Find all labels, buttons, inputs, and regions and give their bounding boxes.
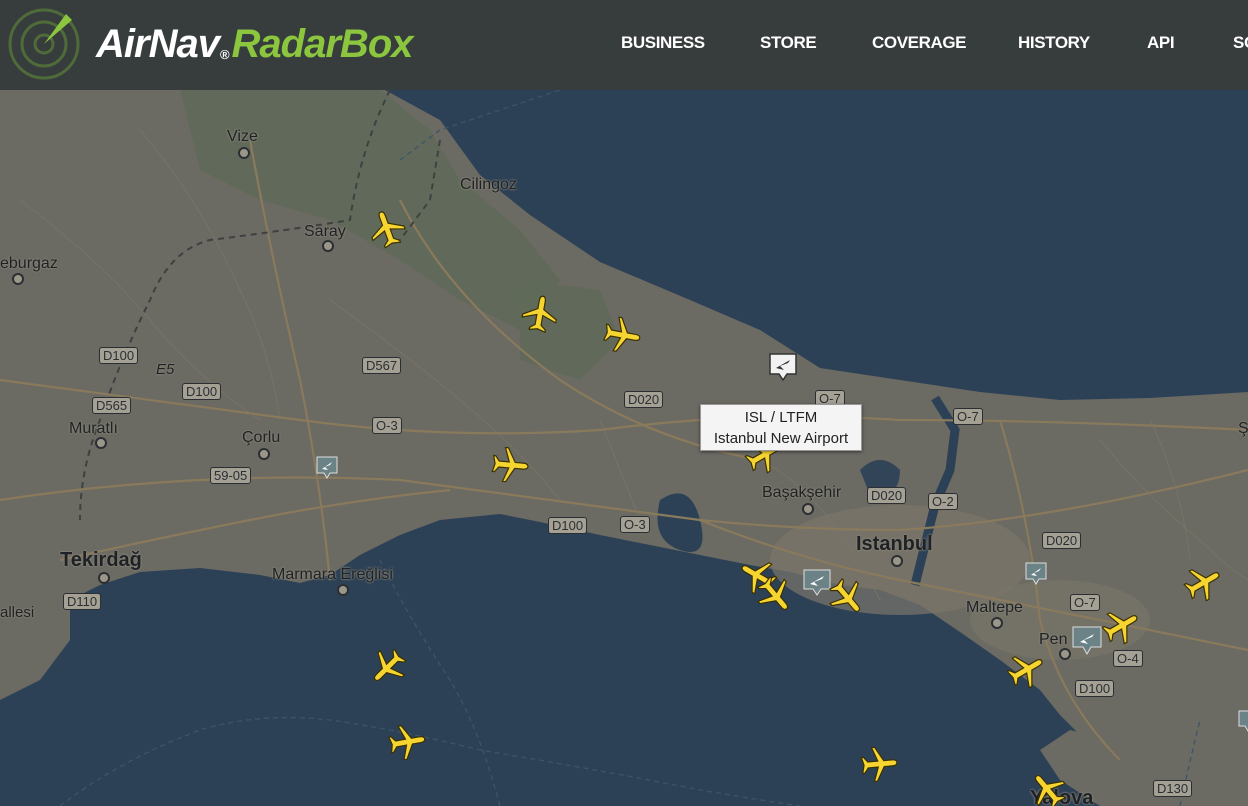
airplane-icon[interactable] [755, 575, 795, 615]
place-pendik: Pen [1039, 631, 1068, 648]
place-sile: Ş [1238, 420, 1248, 437]
place-dot [238, 147, 250, 159]
place-muratli: Muratlı [69, 420, 118, 437]
road-label: D110 [63, 593, 102, 610]
place-vize: Vize [227, 128, 258, 145]
map-base [0, 90, 1248, 806]
road-label: O-7 [953, 408, 983, 425]
place-dot [1059, 648, 1071, 660]
place-dot [891, 555, 903, 567]
place-maltepe: Maltepe [966, 599, 1023, 616]
airplane-icon[interactable] [827, 577, 867, 617]
nav-history[interactable]: HISTORY [1018, 33, 1090, 53]
flight-map[interactable]: Vize Cilingoz Saray eburgaz Muratlı Çorl… [0, 90, 1248, 806]
airport-marker-icon[interactable] [316, 456, 338, 480]
place-saray: Saray [304, 223, 346, 240]
place-dot [258, 448, 270, 460]
road-label: D130 [1153, 780, 1193, 797]
place-dot [991, 617, 1003, 629]
road-label: O-3 [620, 516, 650, 533]
airplane-icon[interactable] [368, 647, 408, 687]
radar-logo-icon[interactable] [6, 6, 82, 82]
road-label: D567 [362, 357, 402, 374]
road-label: D565 [92, 397, 132, 414]
place-tekirdag: Tekirdağ [60, 549, 142, 571]
airport-tooltip: ISL / LTFM Istanbul New Airport [700, 404, 862, 451]
brand-airnav: AirNav [96, 22, 220, 66]
airport-name: Istanbul New Airport [713, 430, 849, 447]
road-label: D100 [1075, 680, 1115, 697]
brand-radarbox: RadarBox [231, 22, 414, 66]
road-label: D020 [867, 487, 907, 504]
nav-store[interactable]: STORE [760, 33, 817, 53]
nav-api[interactable]: API [1147, 33, 1175, 53]
airplane-icon[interactable] [1006, 650, 1046, 690]
road-label: D020 [624, 391, 664, 408]
road-label: O-7 [1070, 594, 1100, 611]
road-label: D100 [182, 383, 222, 400]
brand-logo[interactable]: AirNav®RadarBox [96, 22, 413, 67]
nav-coverage[interactable]: COVERAGE [872, 33, 966, 53]
airplane-icon[interactable] [490, 445, 530, 485]
road-label: D100 [99, 347, 139, 364]
airplane-icon[interactable] [387, 722, 427, 762]
place-marmara-ereglisi: Marmara Ereğlisi [272, 566, 393, 583]
airport-marker-icon[interactable] [1238, 710, 1248, 732]
airplane-icon[interactable] [859, 744, 899, 784]
top-navbar: AirNav®RadarBox BUSINESS STORE COVERAGE … [0, 0, 1248, 90]
place-basaksehir: Başakşehir [762, 484, 842, 501]
road-label: O-2 [928, 493, 958, 510]
place-dot [95, 437, 107, 449]
road-label: D100 [548, 517, 588, 534]
road-label: 59-05 [210, 467, 252, 484]
airplane-icon[interactable] [1183, 563, 1223, 603]
road-label: D020 [1042, 532, 1082, 549]
place-dot [12, 273, 24, 285]
airport-marker-icon[interactable] [1025, 562, 1047, 586]
airport-marker-icon[interactable] [768, 352, 798, 382]
airplane-icon[interactable] [602, 315, 642, 355]
road-label: O-3 [372, 417, 402, 434]
airplane-icon[interactable] [520, 294, 560, 334]
place-dot [802, 503, 814, 515]
place-luleburgaz: eburgaz [0, 255, 58, 272]
airplane-icon[interactable] [1028, 770, 1068, 806]
place-istanbul: Istanbul [856, 533, 933, 555]
place-dot [337, 584, 349, 596]
airport-code: ISL / LTFM [744, 409, 818, 426]
airplane-icon[interactable] [1101, 606, 1141, 646]
place-allesi: allesi [0, 604, 35, 621]
nav-business[interactable]: BUSINESS [621, 33, 705, 53]
place-dot [98, 572, 110, 584]
nav-search[interactable]: SO [1233, 33, 1248, 53]
place-cilingoz: Cilingoz [460, 176, 517, 193]
road-label-e5: E5 [156, 361, 175, 378]
place-dot [322, 240, 334, 252]
airplane-icon[interactable] [367, 209, 407, 249]
road-label: O-4 [1113, 650, 1143, 667]
place-corlu: Çorlu [242, 429, 281, 446]
airport-marker-icon[interactable] [1072, 626, 1102, 656]
registered-mark: ® [219, 47, 230, 62]
